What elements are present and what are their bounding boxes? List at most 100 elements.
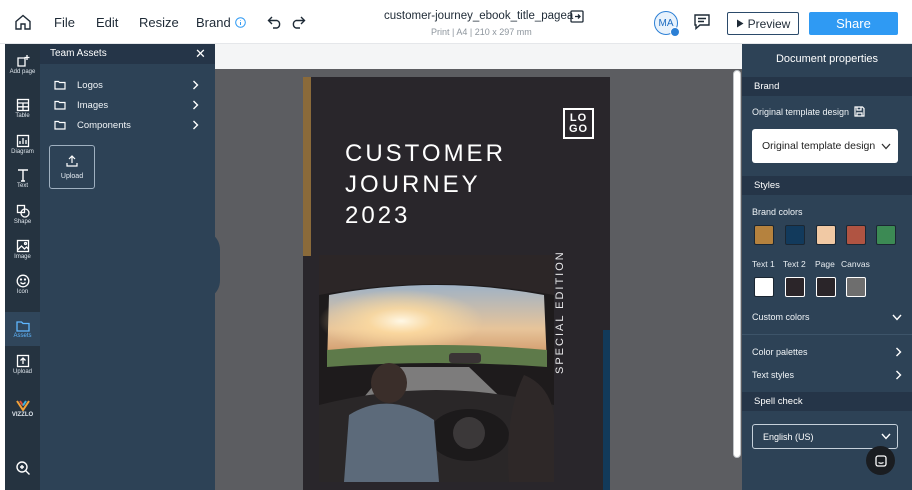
rail-text[interactable]: Text: [5, 168, 40, 189]
cover-title-line: JOURNEY: [345, 171, 481, 198]
panel-collapse-handle[interactable]: [212, 234, 220, 296]
template-label: Original template design: [752, 106, 865, 117]
chevron-right-icon: [193, 80, 199, 90]
share-button[interactable]: Share: [809, 12, 898, 35]
top-bar: File Edit Resize Brand customer-journey_…: [0, 0, 912, 44]
undo-icon[interactable]: [267, 0, 283, 44]
chevron-down-icon: [881, 433, 891, 440]
cover-title-line: CUSTOMER: [345, 140, 506, 167]
rail-upload-label: Upload: [12, 369, 32, 375]
menu-brand-label: Brand: [196, 14, 231, 30]
text-color-swatch[interactable]: [754, 277, 774, 297]
custom-colors-label: Custom colors: [752, 312, 810, 322]
canvas-color-label: Canvas: [841, 259, 870, 269]
text1-color-label: Text 1: [752, 259, 775, 269]
language-select[interactable]: English (US): [752, 424, 898, 449]
vertical-edition-text[interactable]: SPECIAL EDITION: [554, 250, 566, 374]
divider: [742, 334, 912, 335]
custom-colors-row[interactable]: Custom colors: [752, 310, 902, 324]
section-brand: Brand: [742, 77, 912, 96]
brand-logo[interactable]: VIZZLO: [5, 400, 40, 418]
chat-support-button[interactable]: [866, 446, 895, 475]
rename-icon[interactable]: [570, 10, 584, 26]
text-color-swatch[interactable]: [785, 277, 805, 297]
logo-placeholder[interactable]: LO GO: [563, 108, 594, 139]
rail-diagram-label: Diagram: [11, 149, 34, 155]
shape-icon: [16, 204, 30, 218]
rail-table-label: Table: [15, 113, 30, 119]
document-page[interactable]: LO GO CUSTOMER JOURNEY 2023 SPECIAL EDIT…: [303, 77, 610, 490]
template-select[interactable]: Original template design: [752, 129, 898, 163]
folder-name: Components: [77, 119, 131, 131]
brand-color-swatch[interactable]: [785, 225, 805, 245]
rail-diagram[interactable]: Diagram: [5, 134, 40, 155]
chevron-right-icon: [193, 120, 199, 130]
comment-icon[interactable]: [693, 13, 711, 33]
section-styles: Styles: [742, 176, 912, 195]
accent-bar-blue: [603, 330, 610, 490]
canvas-top-strip: [215, 44, 742, 69]
rail-icon-label: Icon: [16, 289, 29, 295]
team-assets-panel: Team Assets ✕ Logos Images Components Up…: [40, 44, 215, 490]
rail-add-page[interactable]: Add page: [5, 54, 40, 75]
color-palettes-label: Color palettes: [752, 347, 808, 357]
brand-color-swatch[interactable]: [816, 225, 836, 245]
upload-tile[interactable]: Upload: [49, 145, 95, 189]
cover-photo[interactable]: [319, 255, 554, 482]
assets-title: Team Assets: [50, 48, 107, 59]
text-color-swatch[interactable]: [816, 277, 836, 297]
brand-color-swatch[interactable]: [846, 225, 866, 245]
preview-button[interactable]: Preview: [727, 12, 799, 35]
text-styles-row[interactable]: Text styles: [752, 368, 902, 382]
text-styles-label: Text styles: [752, 370, 795, 380]
folder-logos[interactable]: Logos: [54, 77, 199, 93]
logo-text-bottom: GO: [568, 123, 589, 135]
brand-colors-label: Brand colors: [752, 207, 803, 217]
upload-icon: [66, 155, 78, 167]
brand-color-swatch[interactable]: [754, 225, 774, 245]
add-page-icon: [16, 55, 29, 67]
folder-name: Images: [77, 99, 109, 111]
left-tool-rail: Add page Table Diagram Text Shape Image …: [5, 44, 40, 490]
zoom-in-icon: [15, 461, 30, 475]
info-icon: [234, 16, 246, 28]
image-icon: [16, 239, 29, 253]
menu-file[interactable]: File: [54, 0, 75, 44]
save-icon[interactable]: [854, 106, 865, 117]
folder-icon: [54, 100, 66, 110]
rail-image-label: Image: [14, 254, 31, 260]
properties-title: Document properties: [742, 44, 912, 74]
zoom-button[interactable]: [5, 460, 40, 476]
diagram-icon: [16, 134, 29, 148]
color-palettes-row[interactable]: Color palettes: [752, 345, 902, 359]
menu-brand[interactable]: Brand: [196, 0, 246, 44]
chevron-right-icon: [896, 370, 902, 380]
cover-title[interactable]: CUSTOMER JOURNEY 2023: [345, 138, 545, 231]
rail-icon[interactable]: Icon: [5, 274, 40, 295]
text-color-swatch[interactable]: [846, 277, 866, 297]
chevron-right-icon: [193, 100, 199, 110]
menu-resize[interactable]: Resize: [139, 0, 179, 44]
brand-logo-label: VIZZLO: [11, 412, 34, 418]
rail-image[interactable]: Image: [5, 239, 40, 260]
close-icon[interactable]: ✕: [195, 46, 206, 62]
rail-table[interactable]: Table: [5, 98, 40, 119]
home-icon[interactable]: [14, 0, 32, 44]
menu-edit[interactable]: Edit: [96, 0, 118, 44]
rail-upload[interactable]: Upload: [5, 354, 40, 375]
folder-images[interactable]: Images: [54, 97, 199, 113]
assets-header: Team Assets ✕: [40, 44, 215, 64]
rail-shape[interactable]: Shape: [5, 204, 40, 225]
chevron-down-icon: [881, 143, 891, 149]
folder-icon: [15, 321, 30, 332]
upload-icon: [16, 354, 29, 368]
folder-name: Logos: [77, 79, 103, 91]
document-title[interactable]: customer-journey_ebook_title_pagea: [384, 10, 573, 22]
redo-icon[interactable]: [290, 0, 306, 44]
brand-color-swatch[interactable]: [876, 225, 896, 245]
rail-assets[interactable]: Assets: [5, 312, 40, 346]
folder-components[interactable]: Components: [54, 117, 199, 133]
canvas-scrollbar[interactable]: [733, 70, 741, 458]
play-icon: [736, 19, 744, 28]
page-color-label: Page: [815, 259, 835, 269]
